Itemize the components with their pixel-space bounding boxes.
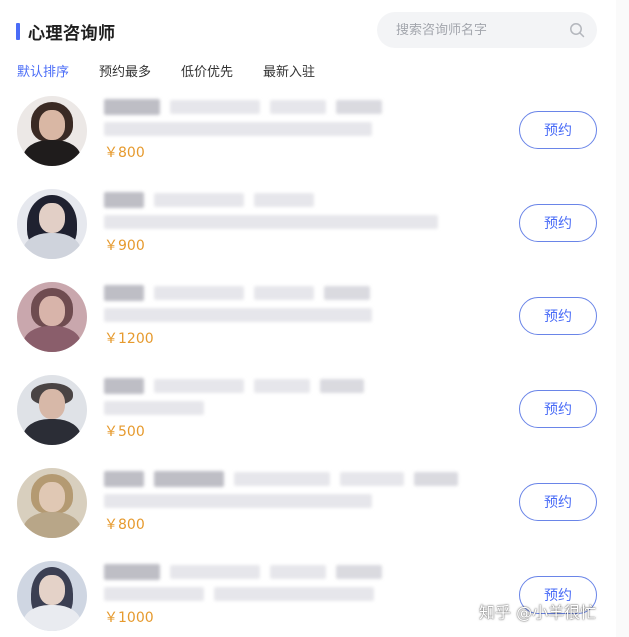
counselor-info: ￥1200: [104, 284, 382, 348]
counselor-price: ￥1200: [104, 331, 154, 347]
sort-tab-newest[interactable]: 最新入驻: [263, 61, 315, 81]
counselor-price: ￥500: [104, 424, 145, 440]
counselor-desc-redacted: [104, 307, 382, 323]
counselor-item[interactable]: ￥500 预约: [0, 367, 629, 460]
counselor-desc-redacted: [104, 400, 374, 416]
sort-tab-default[interactable]: 默认排序: [17, 61, 69, 81]
counselor-price: ￥800: [104, 517, 145, 533]
avatar[interactable]: [17, 189, 87, 259]
counselor-name-redacted: [104, 377, 374, 395]
book-button[interactable]: 预约: [519, 111, 597, 149]
counselor-name-redacted: [104, 563, 392, 581]
counselor-list: ￥800 预约 ￥900 预约 ￥1200 预约 ￥500 预约 ￥800 预约…: [0, 88, 629, 637]
title-accent-bar: [16, 22, 20, 40]
search-icon[interactable]: [569, 22, 585, 38]
avatar[interactable]: [17, 375, 87, 445]
counselor-info: ￥1000: [104, 563, 392, 627]
counselor-desc-redacted: [104, 586, 392, 602]
counselor-item[interactable]: ￥1000 预约: [0, 553, 629, 637]
page-title: 心理咨询师: [28, 23, 116, 44]
sort-tab-lowest-price[interactable]: 低价优先: [181, 61, 233, 81]
counselor-desc-redacted: [104, 493, 468, 509]
avatar[interactable]: [17, 96, 87, 166]
counselor-name-redacted: [104, 284, 382, 302]
book-button[interactable]: 预约: [519, 390, 597, 428]
search-input[interactable]: [396, 22, 556, 38]
avatar[interactable]: [17, 282, 87, 352]
scroll-edge: [616, 0, 629, 637]
counselor-info: ￥500: [104, 377, 374, 441]
counselor-info: ￥900: [104, 191, 448, 255]
sort-tab-most-booked[interactable]: 预约最多: [99, 61, 151, 81]
avatar[interactable]: [17, 561, 87, 631]
counselor-name-redacted: [104, 191, 448, 209]
counselor-item[interactable]: ￥800 预约: [0, 460, 629, 553]
avatar[interactable]: [17, 468, 87, 538]
search-box[interactable]: [377, 12, 597, 48]
counselor-desc-redacted: [104, 214, 448, 230]
watermark: 知乎 @小羊很忙: [479, 603, 597, 622]
counselor-info: ￥800: [104, 470, 468, 534]
counselor-name-redacted: [104, 470, 468, 488]
counselor-item[interactable]: ￥1200 预约: [0, 274, 629, 367]
counselor-desc-redacted: [104, 121, 392, 137]
counselor-price: ￥900: [104, 238, 145, 254]
counselor-price: ￥1000: [104, 610, 154, 626]
book-button[interactable]: 预约: [519, 483, 597, 521]
sort-tabs: 默认排序 预约最多 低价优先 最新入驻: [17, 61, 345, 81]
book-button[interactable]: 预约: [519, 204, 597, 242]
book-button[interactable]: 预约: [519, 297, 597, 335]
counselor-item[interactable]: ￥900 预约: [0, 181, 629, 274]
counselor-name-redacted: [104, 98, 392, 116]
page-title-wrap: 心理咨询师: [16, 20, 116, 44]
counselor-price: ￥800: [104, 145, 145, 161]
counselor-item[interactable]: ￥800 预约: [0, 88, 629, 181]
counselor-info: ￥800: [104, 98, 392, 162]
header: 心理咨询师: [0, 0, 629, 62]
